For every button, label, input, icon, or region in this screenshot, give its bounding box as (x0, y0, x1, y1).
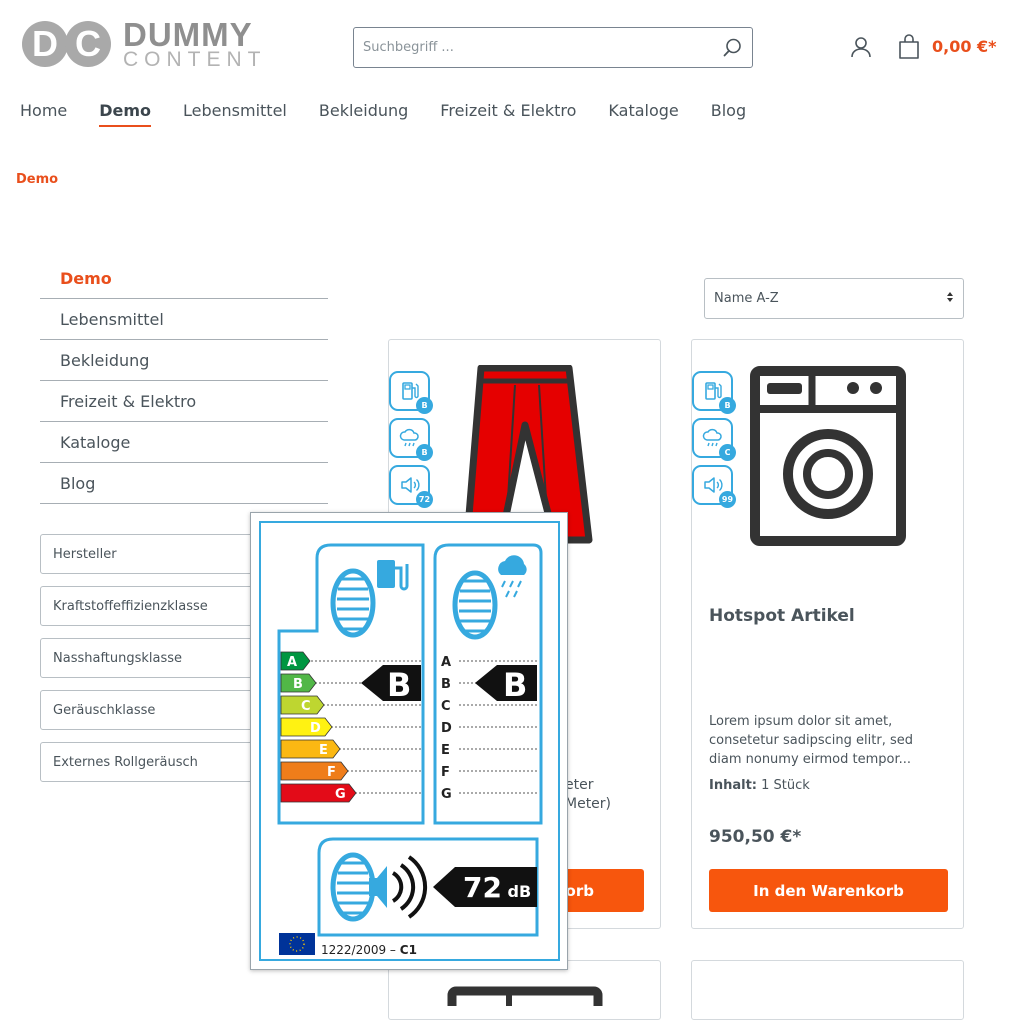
nav-item-freizeit-elektro[interactable]: Freizeit & Elektro (440, 101, 576, 127)
svg-text:C: C (301, 699, 311, 714)
svg-text:A: A (441, 655, 451, 670)
nav-item-bekleidung[interactable]: Bekleidung (319, 101, 408, 127)
noise-value: 99 (719, 491, 736, 508)
product-title[interactable]: Hotspot Artikel (709, 606, 855, 626)
eu-tyre-label: ABC DEFG ABC DEFG B B 72 dB 1222/2009 – … (259, 521, 560, 961)
nav-item-home[interactable]: Home (20, 101, 67, 127)
svg-text:C: C (75, 23, 101, 64)
category-item-demo[interactable]: Demo (40, 258, 328, 299)
svg-text:G: G (335, 787, 346, 802)
svg-text:B: B (441, 677, 451, 692)
search-icon[interactable] (722, 38, 742, 58)
category-item-freizeit-elektro[interactable]: Freizeit & Elektro (40, 381, 328, 422)
wet-grip-class-value: C (719, 444, 736, 461)
cart-total[interactable]: 0,00 €* (932, 37, 997, 56)
product-card: B C 99 Hotspot Artikel Lorem ipsum dolor… (691, 339, 964, 929)
svg-text:D: D (32, 23, 58, 64)
noise-value-big: 72 dB (463, 871, 532, 904)
fuel-efficiency-badge: B (389, 371, 433, 414)
nav-item-kataloge[interactable]: Kataloge (608, 101, 678, 127)
fuel-efficiency-badge: B (692, 371, 736, 414)
fuel-class-value: B (719, 397, 736, 414)
nav-item-blog[interactable]: Blog (711, 101, 746, 127)
product-price: 950,50 €* (709, 827, 802, 847)
product-content: Inhalt: 1 Stück (709, 778, 810, 793)
svg-text:B: B (293, 677, 303, 692)
svg-text:D: D (310, 721, 321, 736)
fuel-class-value: B (416, 397, 433, 414)
noise-badge: 72 (389, 465, 433, 508)
eu-tyre-label-popup: ABC DEFG ABC DEFG B B 72 dB 1222/2009 – … (250, 512, 568, 970)
svg-text:F: F (327, 765, 336, 780)
logo[interactable]: D C DUMMY CONTENT (20, 18, 270, 70)
wet-grip-class-value: B (416, 444, 433, 461)
regulation-text: 1222/2009 – C1 (321, 943, 417, 957)
sort-select[interactable]: Name A-Z (704, 278, 964, 319)
category-item-blog[interactable]: Blog (40, 463, 328, 504)
search-bar (353, 27, 753, 68)
product-description-partial: eter Meter) (565, 777, 612, 812)
logo-text-line1: DUMMY (123, 16, 253, 53)
category-item-lebensmittel[interactable]: Lebensmittel (40, 299, 328, 340)
logo-text-line2: CONTENT (123, 48, 267, 71)
account-icon[interactable] (848, 34, 874, 60)
sort-selected-value: Name A-Z (714, 291, 779, 306)
noise-value: 72 (416, 491, 433, 508)
add-to-cart-button[interactable]: In den Warenkorb (709, 869, 948, 912)
svg-text:A: A (287, 655, 297, 670)
category-navigation: Demo Lebensmittel Bekleidung Freizeit & … (40, 258, 328, 504)
svg-text:E: E (319, 743, 328, 758)
product-description: Lorem ipsum dolor sit amet, consetetur s… (709, 714, 913, 767)
svg-text:D: D (441, 721, 452, 736)
select-arrows-icon (946, 291, 954, 307)
logo-mark-icon: D C (22, 21, 111, 67)
wet-grip-badge: B (389, 418, 433, 461)
fuel-class-big: B (387, 666, 412, 704)
svg-text:C: C (441, 699, 451, 714)
svg-text:F: F (441, 765, 450, 780)
wet-grip-class-big: B (503, 666, 528, 704)
product-image-partial (447, 986, 603, 1006)
category-item-bekleidung[interactable]: Bekleidung (40, 340, 328, 381)
product-card (691, 960, 964, 1020)
main-navigation: Home Demo Lebensmittel Bekleidung Freize… (20, 101, 778, 127)
svg-text:E: E (441, 743, 450, 758)
category-item-kataloge[interactable]: Kataloge (40, 422, 328, 463)
breadcrumb[interactable]: Demo (16, 172, 58, 187)
nav-item-lebensmittel[interactable]: Lebensmittel (183, 101, 287, 127)
search-input[interactable] (363, 40, 722, 55)
cart-icon[interactable] (896, 34, 922, 60)
svg-text:G: G (441, 787, 452, 802)
washing-machine-image[interactable] (750, 366, 906, 546)
nav-item-demo[interactable]: Demo (99, 101, 152, 127)
noise-badge: 99 (692, 465, 736, 508)
wet-grip-badge: C (692, 418, 736, 461)
